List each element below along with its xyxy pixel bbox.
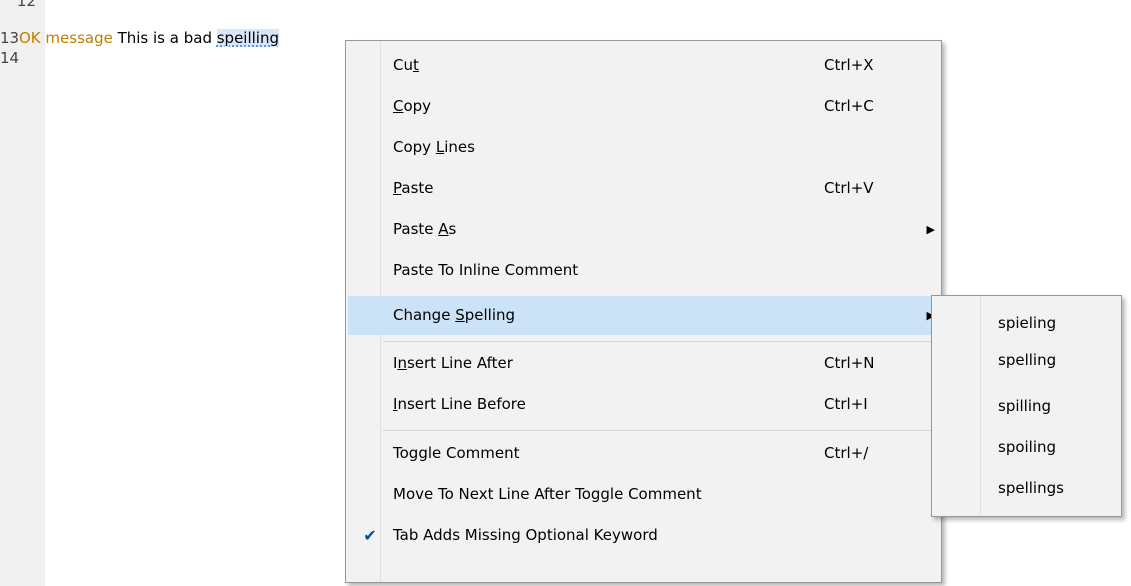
line-number: 14 — [0, 49, 20, 67]
spelling-suggestion-spilling[interactable]: spilling — [934, 388, 1119, 424]
menu-item-insert-line-after[interactable]: Insert Line After Ctrl+N — [348, 344, 939, 383]
menu-separator — [383, 341, 937, 342]
menu-item-label: Insert Line Before — [393, 395, 526, 413]
menu-item-label: Copy — [393, 97, 432, 115]
menu-item-label: Insert Line After — [393, 354, 513, 372]
menu-item-label: Toggle Comment — [393, 444, 520, 462]
menu-item-label: Paste — [393, 179, 434, 197]
suggestion-label: spellings — [998, 479, 1064, 497]
menu-item-toggle-comment[interactable]: Toggle Comment Ctrl+/ — [348, 434, 939, 473]
line-number: 13 — [0, 29, 20, 47]
spelling-suggestion-spieling[interactable]: spieling — [934, 305, 1119, 341]
editor-line-14[interactable]: 14 — [0, 48, 19, 68]
submenu-arrow-icon: ▶ — [926, 223, 935, 236]
menu-item-label: Tab Adds Missing Optional Keyword — [393, 526, 658, 544]
menu-item-label: Copy Lines — [393, 138, 475, 156]
menu-item-shortcut: Ctrl+X — [824, 56, 874, 74]
menu-item-paste[interactable]: Paste Ctrl+V — [348, 169, 939, 208]
spelling-suggestion-spellings[interactable]: spellings — [934, 470, 1119, 506]
menu-item-shortcut: Ctrl+N — [824, 354, 875, 372]
spelling-suggestion-spelling[interactable]: spelling — [934, 342, 1119, 378]
menu-item-label: Paste To Inline Comment — [393, 261, 579, 279]
menu-item-change-spelling[interactable]: Change Spelling▶ — [348, 296, 939, 335]
menu-item-label: Paste As — [393, 220, 457, 238]
suggestion-label: spilling — [998, 397, 1052, 415]
suggestion-label: spelling — [998, 351, 1057, 369]
menu-separator — [383, 430, 937, 431]
line-number-gutter — [0, 0, 45, 586]
menu-item-shortcut: Ctrl+C — [824, 97, 874, 115]
context-menu: Cut Ctrl+X Copy Ctrl+C Copy Lines Paste Ctrl+V… — [345, 40, 942, 583]
menu-item-paste-as[interactable]: Paste As ▶ — [348, 210, 939, 249]
editor-line-13[interactable]: 13OK message This is a bad speilling — [0, 28, 279, 48]
menu-item-copy[interactable]: Copy Ctrl+C — [348, 87, 939, 126]
line-number: 12 — [16, 0, 36, 10]
keyword-text: OK message — [19, 29, 113, 47]
line-text: This is a bad — [112, 29, 217, 47]
suggestion-label: spieling — [998, 314, 1057, 332]
menu-item-paste-to-inline-comment[interactable]: Paste To Inline Comment — [348, 251, 939, 290]
menu-item-label: Move To Next Line After Toggle Comment — [393, 485, 702, 503]
editor-line-12[interactable]: 12 — [0, 0, 41, 11]
menu-item-cut[interactable]: Cut Ctrl+X — [348, 46, 939, 85]
menu-item-copy-lines[interactable]: Copy Lines — [348, 128, 939, 167]
menu-item-shortcut: Ctrl+V — [824, 179, 874, 197]
menu-item-shortcut: Ctrl+/ — [824, 444, 869, 462]
suggestion-label: spoiling — [998, 438, 1057, 456]
menu-item-label: Change Spelling — [393, 306, 516, 324]
misspelled-word[interactable]: speilling — [216, 29, 279, 47]
menu-item-shortcut: Ctrl+I — [824, 395, 868, 413]
menu-item-insert-line-before[interactable]: Insert Line Before Ctrl+I — [348, 385, 939, 424]
spelling-submenu: spieling spelling spilling spoiling spelling… — [931, 295, 1122, 517]
menu-item-tab-adds-missing-optional-keyword[interactable]: Tab Adds Missing Optional Keyword ✔ — [348, 516, 939, 555]
menu-item-move-to-next-line-after-toggle-comment[interactable]: Move To Next Line After Toggle Comment — [348, 475, 939, 514]
menu-item-label: Cut — [393, 56, 419, 74]
checkmark-icon: ✔ — [363, 526, 377, 545]
spelling-suggestion-spoiling[interactable]: spoiling — [934, 429, 1119, 465]
